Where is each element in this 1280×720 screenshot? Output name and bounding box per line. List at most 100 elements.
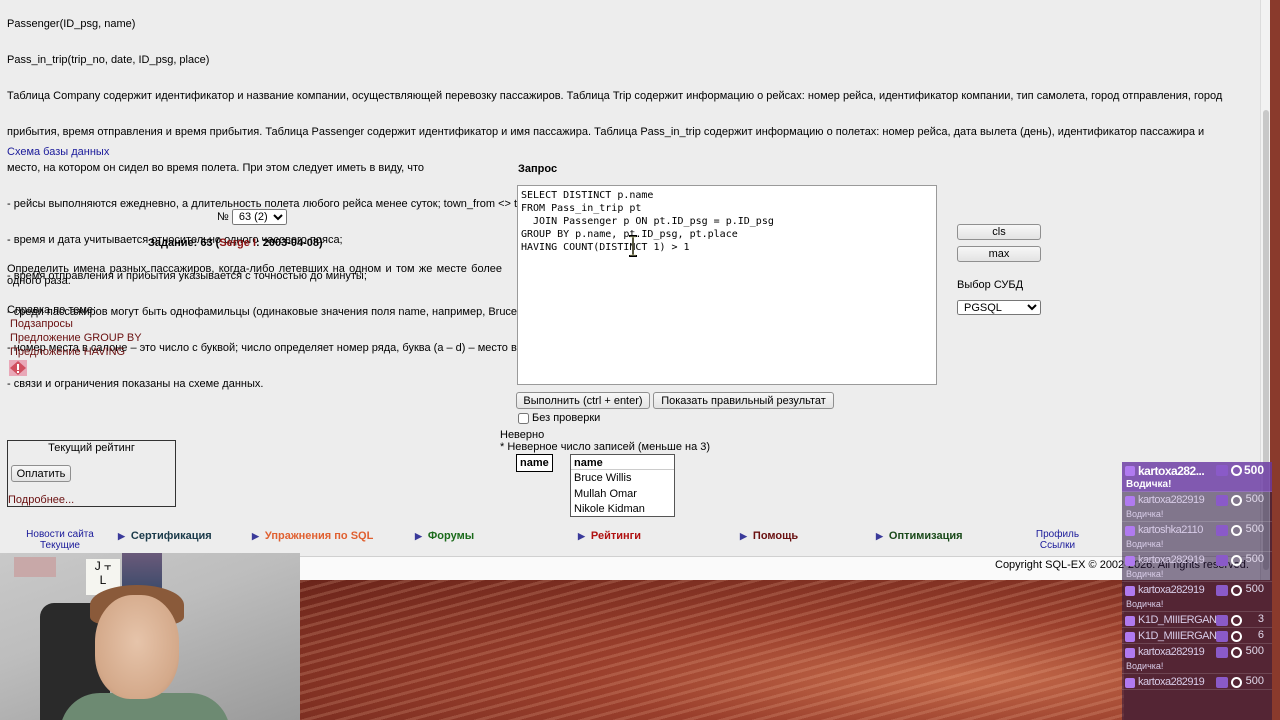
help-link-group-by[interactable]: Предложение GROUP BY bbox=[10, 331, 142, 345]
nav-help-label: Помощь bbox=[752, 530, 799, 542]
chat-points: 6 bbox=[1257, 629, 1264, 641]
person-face bbox=[95, 595, 179, 699]
nav-exercises-label: Упражнения по SQL bbox=[264, 530, 374, 542]
clock-icon bbox=[1231, 465, 1242, 476]
no-check-checkbox[interactable] bbox=[518, 412, 529, 424]
chat-username: kartoshka2110 bbox=[1138, 524, 1203, 536]
nav-item-cert[interactable]: ▶ Сертификация bbox=[118, 530, 212, 542]
nav-item-exercises[interactable]: ▶ Упражнения по SQL bbox=[252, 530, 373, 542]
chat-points: 500 bbox=[1245, 645, 1264, 657]
chat-points: 3 bbox=[1257, 613, 1264, 625]
clock-icon bbox=[1231, 615, 1242, 626]
chat-points: 500 bbox=[1245, 675, 1264, 687]
nav-news[interactable]: Новости сайта bbox=[25, 529, 95, 540]
arrow-right-icon: ▶ bbox=[740, 531, 747, 541]
chat-message: K1D_MIIIERGAN 6 bbox=[1122, 628, 1272, 644]
chat-username: kartoxa282919 bbox=[1138, 584, 1205, 596]
desktop-background bbox=[300, 580, 1124, 720]
task-number-label: № bbox=[217, 211, 229, 223]
cls-button[interactable]: cls bbox=[957, 224, 1041, 240]
chat-message: kartoshka2110 500 Водичка! bbox=[1122, 522, 1272, 552]
run-query-button[interactable]: Выполнить (ctrl + enter) bbox=[516, 392, 650, 409]
user-result-table: name bbox=[516, 454, 553, 472]
user-badge-icon bbox=[1125, 526, 1135, 536]
description-line: прибытия, время отправления и время приб… bbox=[7, 126, 1205, 138]
task-text: Определить имена разных пассажиров, когд… bbox=[7, 263, 502, 287]
chat-message: kartoxa282919 500 Водичка! bbox=[1122, 552, 1272, 582]
chat-text: Водичка! bbox=[1126, 661, 1164, 671]
arrow-right-icon: ▶ bbox=[252, 531, 259, 541]
clock-icon bbox=[1231, 495, 1242, 506]
clock-icon bbox=[1231, 585, 1242, 596]
arrow-right-icon: ▶ bbox=[578, 531, 585, 541]
reward-icon bbox=[1216, 555, 1228, 566]
webcam-overlay: J ⫟ L bbox=[0, 553, 300, 720]
reward-icon bbox=[1216, 647, 1228, 658]
chat-username: kartoxa282919 bbox=[1138, 676, 1205, 688]
nav-item-ratings[interactable]: ▶ Рейтинги bbox=[578, 530, 641, 542]
main-nav: Новости сайта Текущие новости ▶Сертифика… bbox=[0, 528, 1270, 562]
dbms-select[interactable]: PGSQL bbox=[957, 300, 1041, 315]
sql-ex-page: Passenger(ID_psg, name) Pass_in_trip(tri… bbox=[0, 0, 1270, 580]
user-badge-icon bbox=[1125, 632, 1135, 642]
rating-title: Текущий рейтинг bbox=[48, 442, 135, 454]
description-line: Passenger(ID_psg, name) bbox=[7, 18, 136, 30]
chat-points: 500 bbox=[1245, 493, 1264, 505]
help-link-having[interactable]: Предложение HAVING bbox=[10, 345, 142, 359]
chat-username: K1D_MIIIERGAN bbox=[1138, 630, 1217, 642]
chat-overlay: kartoxa282... 500 Водичка! kartoxa282919 500… bbox=[1122, 462, 1272, 720]
reward-icon bbox=[1216, 615, 1228, 626]
sql-editor[interactable]: SELECT DISTINCT p.name FROM Pass_in_trip… bbox=[517, 185, 937, 385]
profile-links: Профиль Ссылки bbox=[1030, 529, 1085, 551]
task-title-suffix: : 2003-04-08) bbox=[256, 237, 323, 249]
chat-points: 500 bbox=[1245, 523, 1264, 535]
max-button[interactable]: max bbox=[957, 246, 1041, 262]
user-badge-icon bbox=[1125, 496, 1135, 506]
nav-optim-label: Оптимизация bbox=[888, 530, 963, 542]
show-correct-result-button[interactable]: Показать правильный результат bbox=[653, 392, 834, 409]
user-badge-icon bbox=[1125, 678, 1135, 688]
reward-icon bbox=[1216, 465, 1228, 476]
help-link-subqueries[interactable]: Подзапросы bbox=[10, 317, 142, 331]
verdict-detail: * Неверное число записей (меньше на 3) bbox=[500, 441, 711, 453]
correct-result-table: name Bruce Willis Mullah Omar Nikole Kid… bbox=[570, 454, 675, 518]
nav-item-help[interactable]: ▶ Помощь bbox=[740, 530, 798, 542]
user-badge-icon bbox=[1125, 616, 1135, 626]
user-badge-icon bbox=[1125, 556, 1135, 566]
pay-button[interactable]: Оплатить bbox=[11, 465, 71, 482]
chat-message: kartoxa282919 500 Водичка! bbox=[1122, 644, 1272, 674]
table-row: Nikole Kidman bbox=[574, 502, 645, 515]
arrow-right-icon: ▶ bbox=[415, 531, 422, 541]
text-cursor-icon bbox=[629, 235, 637, 257]
rating-box: Текущий рейтинг Оплатить Подробнее... bbox=[7, 440, 176, 507]
chat-message: kartoxa282... 500 Водичка! bbox=[1122, 462, 1272, 492]
chat-message: kartoxa282919 500 Водичка! bbox=[1122, 492, 1272, 522]
chat-username: kartoxa282919 bbox=[1138, 494, 1205, 506]
diamond-icon[interactable] bbox=[9, 360, 27, 376]
chat-points: 500 bbox=[1243, 463, 1264, 477]
table-row: Bruce Willis bbox=[574, 472, 632, 485]
no-check-option[interactable]: Без проверки bbox=[518, 412, 600, 424]
nav-item-optim[interactable]: ▶ Оптимизация bbox=[876, 530, 963, 542]
description-line: Pass_in_trip(trip_no, date, ID_psg, plac… bbox=[7, 54, 210, 66]
task-author: Serge I bbox=[219, 237, 256, 249]
clock-icon bbox=[1231, 677, 1242, 688]
chat-message: K1D_MIIIERGAN 3 bbox=[1122, 612, 1272, 628]
task-number-select[interactable]: 63 (2) bbox=[231, 209, 287, 225]
user-badge-icon bbox=[1125, 466, 1135, 476]
schema-link[interactable]: Схема базы данных bbox=[7, 146, 109, 158]
nav-cert-label: Сертификация bbox=[130, 530, 212, 542]
verdict: Неверно * Неверное число записей (меньше… bbox=[500, 429, 710, 453]
nav-links[interactable]: Ссылки bbox=[1030, 540, 1085, 551]
reward-icon bbox=[1216, 677, 1228, 688]
nav-item-forums[interactable]: ▶ Форумы bbox=[415, 530, 474, 542]
task-number-selector: № 63 (2) bbox=[217, 209, 287, 225]
table-row: Mullah Omar bbox=[574, 487, 637, 500]
nav-profile[interactable]: Профиль bbox=[1030, 529, 1085, 540]
description-line: место, на котором он сидел во время поле… bbox=[7, 162, 425, 174]
arrow-right-icon: ▶ bbox=[118, 531, 125, 541]
no-check-label: Без проверки bbox=[532, 412, 601, 424]
more-link[interactable]: Подробнее... bbox=[8, 494, 74, 506]
chat-points: 500 bbox=[1245, 583, 1264, 595]
chat-points: 500 bbox=[1245, 553, 1264, 565]
